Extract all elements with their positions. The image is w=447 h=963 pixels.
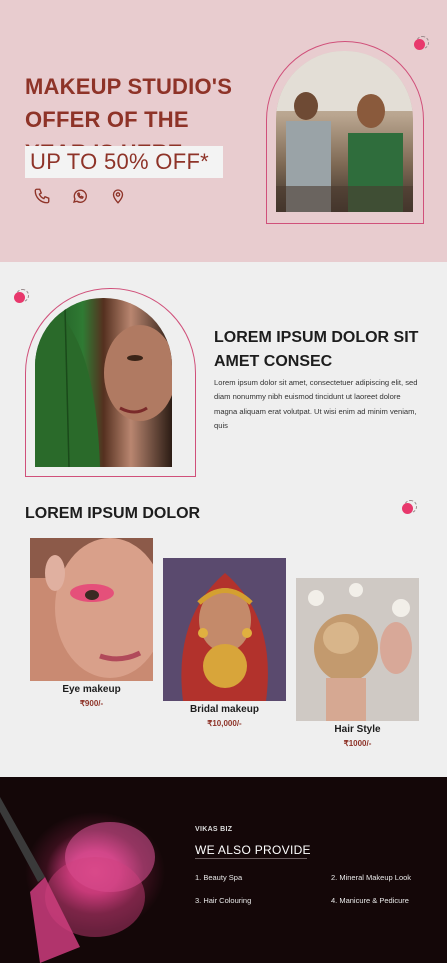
service-price: ₹10,000/- bbox=[207, 719, 242, 728]
eye-makeup-photo bbox=[30, 538, 165, 681]
bridal-makeup-photo bbox=[163, 558, 286, 701]
offer-badge: UP TO 50% OFF* bbox=[25, 146, 223, 178]
service-price: ₹900/- bbox=[79, 699, 104, 708]
footer-title: WE ALSO PROVIDE bbox=[195, 843, 311, 857]
decor-dot bbox=[14, 292, 25, 303]
footer-brand: VIKAS BIZ bbox=[195, 826, 233, 833]
service-name: Bridal makeup bbox=[190, 704, 259, 715]
about-model-photo bbox=[35, 298, 172, 467]
footer-divider bbox=[195, 858, 307, 859]
hair-style-photo bbox=[296, 578, 419, 721]
offer-text: UP TO 50% OFF* bbox=[30, 149, 210, 174]
service-price: ₹1000/- bbox=[343, 739, 372, 748]
footer-service-item: 2. Mineral Makeup Look bbox=[331, 873, 412, 882]
makeup-brush-powder-photo bbox=[0, 777, 175, 963]
services-title: LOREM IPSUM DOLOR bbox=[25, 505, 201, 522]
footer bbox=[0, 777, 447, 963]
decor-dot bbox=[414, 39, 425, 50]
contact-icons bbox=[33, 187, 127, 205]
whatsapp-icon[interactable] bbox=[71, 187, 89, 205]
location-icon[interactable] bbox=[109, 187, 127, 205]
service-name: Eye makeup bbox=[62, 684, 121, 695]
service-card-eye-makeup[interactable]: Eye makeup ₹900/- bbox=[30, 538, 165, 708]
about-title: LOREM IPSUM DOLOR SIT AMET CONSEC bbox=[214, 329, 419, 370]
service-card-hair-style[interactable]: Hair Style ₹1000/- bbox=[296, 578, 419, 748]
footer-service-item: 4. Manicure & Pedicure bbox=[331, 896, 409, 905]
phone-icon[interactable] bbox=[33, 187, 51, 205]
footer-service-item: 3. Hair Colouring bbox=[195, 896, 252, 905]
service-card-bridal-makeup[interactable]: Bridal makeup ₹10,000/- bbox=[163, 558, 286, 728]
about-text: Lorem ipsum dolor sit amet, consectetuer… bbox=[214, 378, 418, 431]
hero-makeup-artist-photo bbox=[276, 51, 413, 212]
decor-dot bbox=[402, 503, 413, 514]
footer-service-item: 1. Beauty Spa bbox=[195, 873, 243, 882]
hero-banner: MAKEUP STUDIO'S OFFER OF THE YEAR IS HER… bbox=[0, 0, 447, 262]
service-name: Hair Style bbox=[334, 724, 381, 735]
